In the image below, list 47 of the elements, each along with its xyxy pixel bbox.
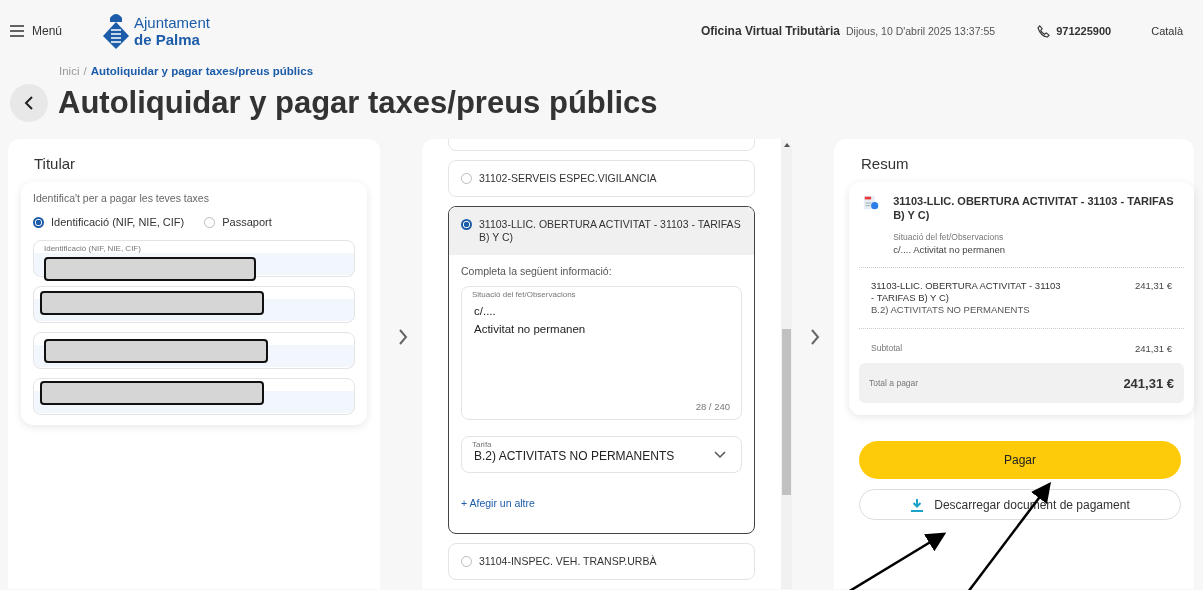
input-field[interactable] xyxy=(33,286,355,323)
subtotal-label: Subtotal xyxy=(871,343,903,354)
date-time: Dijous, 10 D'abril 2025 13:37:55 xyxy=(846,25,996,37)
pay-button[interactable]: Pagar xyxy=(859,441,1181,479)
download-icon xyxy=(910,497,925,512)
caret-icon xyxy=(714,451,726,459)
menu-icon xyxy=(10,25,24,37)
breadcrumb-current: Autoliquidar y pagar taxes/preus públics xyxy=(90,65,314,77)
subtotal-amount: 241,31 € xyxy=(1135,343,1172,354)
add-another-link[interactable]: + Afegir un altre xyxy=(461,497,535,509)
radio-option[interactable]: Identificació (NIF, NIE, CIF) xyxy=(33,216,185,228)
input-field[interactable] xyxy=(33,378,355,415)
scrollbar[interactable] xyxy=(781,139,792,589)
field-value: c/.... Activitat no permanen xyxy=(893,244,1007,255)
logo-text: de Palma xyxy=(134,31,201,48)
language-link[interactable]: Català xyxy=(1151,25,1183,37)
breadcrumb-separator: / xyxy=(83,65,87,77)
total-amount: 241,31 € xyxy=(1123,375,1174,391)
coat-of-arms-icon xyxy=(102,12,131,50)
option-item[interactable]: 31103-LLIC. OBERTURA ACTIVITAT - 31103 - TARIFAS B) Y C) xyxy=(449,207,754,255)
item-title: 31103-LLIC. OBERTURA ACTIVITAT - 31103 - TARIFAS B) Y C) xyxy=(893,194,1175,222)
line-amount: 241,31 € xyxy=(1135,280,1172,293)
chevron-right-icon xyxy=(810,329,820,345)
menu-button[interactable]: Menú xyxy=(10,24,63,38)
line-title: 31103-LLIC. OBERTURA ACTIVITAT - 31103 - TARIFAS B) Y C) xyxy=(871,280,1061,304)
chevron-right-icon xyxy=(398,329,408,345)
total-label: Total a pagar xyxy=(869,378,919,388)
back-button[interactable] xyxy=(10,84,48,122)
tarifa-dropdown[interactable]: Tarifa B.2) ACTIVITATS NO PERMANENTS xyxy=(461,436,742,473)
radio-option[interactable]: Passaport xyxy=(204,216,272,228)
option-item[interactable]: 31102-SERVEIS ESPEC.VIGILANCIA xyxy=(449,161,754,196)
phone-icon xyxy=(1037,24,1051,38)
logo-text: Ajuntament xyxy=(134,14,210,31)
panel-title: Resum xyxy=(861,155,910,172)
observations-field[interactable]: Situació del fet/Observacions c/.... Activitat no permanen 28 / 240 xyxy=(461,286,742,420)
phone-link[interactable]: 971225900 xyxy=(1037,24,1112,38)
tax-document-icon xyxy=(863,194,880,212)
page-title: Autoliquidar y pagar taxes/preus públics xyxy=(58,85,658,121)
intro-text: Identifica't per a pagar les teves taxes xyxy=(33,192,210,204)
line-subtitle: B.2) ACTIVITATS NO PERMANENTS xyxy=(871,304,1031,316)
input-field[interactable] xyxy=(33,332,355,369)
field-label: Situació del fet/Observacions xyxy=(893,232,1005,242)
back-icon xyxy=(24,96,34,110)
panel-title: Titular xyxy=(34,155,77,172)
office-name: Oficina Virtual Tributària xyxy=(700,24,841,38)
option-item[interactable]: 31104-INSPEC. VEH. TRANSP.URBÀ xyxy=(449,544,754,579)
prompt-text: Completa la següent informació: xyxy=(461,265,613,277)
